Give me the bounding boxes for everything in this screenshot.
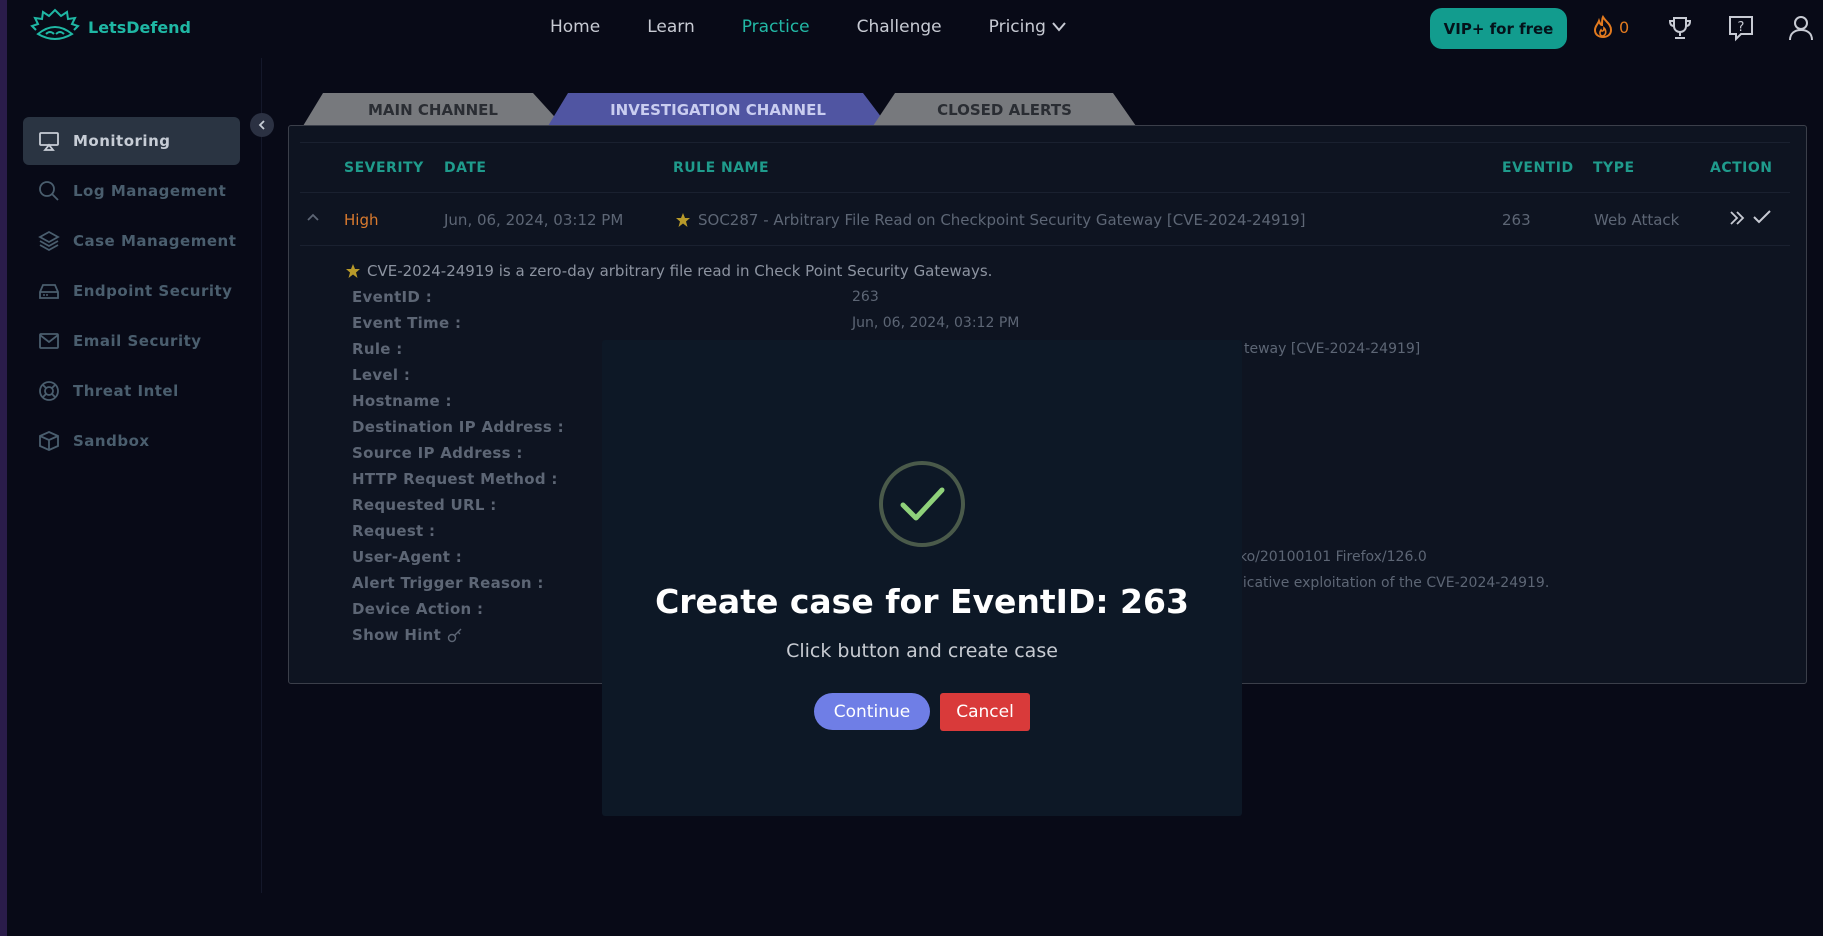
streak-counter[interactable]: 0 — [1592, 15, 1629, 39]
star-icon — [676, 213, 690, 227]
logo-icon — [30, 8, 80, 40]
sidebar-item-endpoint-security[interactable]: Endpoint Security — [23, 267, 240, 315]
sidebar-item-label: Email Security — [73, 332, 202, 350]
detail-label-http-method: HTTP Request Method : — [352, 470, 558, 488]
sidebar-item-case-management[interactable]: Case Management — [23, 217, 240, 265]
sidebar-item-label: Monitoring — [73, 132, 171, 150]
detail-label-device-action: Device Action : — [352, 600, 484, 618]
alert-description-text: CVE-2024-24919 is a zero-day arbitrary f… — [367, 262, 993, 280]
top-navbar: LetsDefend Home Learn Practice Challenge… — [0, 0, 1823, 58]
detail-value-rule: teway [CVE-2024-24919] — [1244, 341, 1421, 357]
sidebar-item-label: Threat Intel — [73, 382, 179, 400]
alert-description: CVE-2024-24919 is a zero-day arbitrary f… — [345, 262, 992, 280]
column-header-rule-name[interactable]: RULE NAME — [673, 160, 769, 176]
alert-rule[interactable]: SOC287 - Arbitrary File Read on Checkpoi… — [675, 211, 1306, 229]
tab-investigation-channel[interactable]: INVESTIGATION CHANNEL — [548, 93, 888, 126]
brand-logo[interactable]: LetsDefend — [30, 8, 191, 46]
key-icon — [447, 628, 462, 643]
detail-value-trigger-reason: licative exploitation of the CVE-2024-24… — [1239, 575, 1550, 591]
detail-value-event-time: Jun, 06, 2024, 03:12 PM — [852, 315, 1020, 331]
detail-label-request: Request : — [352, 522, 436, 540]
detail-label-rule: Rule : — [352, 340, 403, 358]
alert-eventid: 263 — [1502, 211, 1531, 229]
detail-label-level: Level : — [352, 366, 411, 384]
detail-label-requested-url: Requested URL : — [352, 496, 497, 514]
nav-pricing[interactable]: Pricing — [989, 17, 1067, 37]
column-header-eventid[interactable]: EVENTID — [1502, 160, 1574, 176]
sidebar-item-label: Endpoint Security — [73, 282, 233, 300]
nav-learn[interactable]: Learn — [647, 17, 695, 37]
show-hint-link[interactable]: Show Hint — [352, 626, 463, 644]
alert-type: Web Attack — [1594, 211, 1680, 229]
show-hint-label: Show Hint — [352, 626, 442, 644]
nav-home[interactable]: Home — [550, 17, 600, 37]
vip-button[interactable]: VIP+ for free — [1430, 8, 1567, 49]
sidebar-collapse-button[interactable] — [250, 113, 274, 137]
alert-date: Jun, 06, 2024, 03:12 PM — [444, 211, 624, 229]
lifebuoy-icon — [39, 381, 59, 401]
divider — [300, 142, 1790, 143]
detail-label-source-ip: Source IP Address : — [352, 444, 523, 462]
sidebar-item-email-security[interactable]: Email Security — [23, 317, 240, 365]
sidebar-item-label: Case Management — [73, 232, 237, 250]
detail-label-event-time: Event Time : — [352, 314, 462, 332]
divider — [300, 192, 1790, 193]
main-nav: Home Learn Practice Challenge Pricing — [550, 17, 1067, 37]
tab-main-channel[interactable]: MAIN CHANNEL — [303, 93, 563, 126]
detail-value-user-agent: ko/20100101 Firefox/126.0 — [1239, 549, 1427, 565]
chevron-up-icon[interactable] — [306, 212, 320, 222]
flame-icon — [1593, 15, 1613, 39]
alert-rule-text: SOC287 - Arbitrary File Read on Checkpoi… — [698, 211, 1306, 229]
chevron-down-icon — [1052, 22, 1066, 32]
layers-icon — [38, 230, 60, 252]
mail-icon — [39, 333, 59, 349]
detail-label-eventid: EventID : — [352, 288, 432, 306]
trophy-icon[interactable] — [1666, 14, 1694, 42]
svg-text:?: ? — [1738, 20, 1745, 35]
detail-label-destination-ip: Destination IP Address : — [352, 418, 564, 436]
success-check-icon — [879, 461, 965, 547]
brand-name: LetsDefend — [88, 17, 192, 37]
tab-label: MAIN CHANNEL — [368, 100, 498, 119]
streak-count: 0 — [1619, 17, 1630, 37]
hard-drive-icon — [39, 284, 59, 299]
search-icon — [39, 181, 59, 201]
detail-label-trigger-reason: Alert Trigger Reason : — [352, 574, 544, 592]
cancel-button[interactable]: Cancel — [940, 693, 1030, 731]
column-header-type[interactable]: TYPE — [1593, 160, 1635, 176]
detail-value-eventid: 263 — [852, 289, 879, 305]
column-header-severity[interactable]: SEVERITY — [344, 160, 424, 176]
chevron-left-icon — [258, 120, 265, 130]
double-chevron-right-icon[interactable] — [1728, 210, 1746, 226]
check-icon[interactable] — [1752, 209, 1772, 225]
star-icon — [346, 264, 360, 278]
divider — [300, 245, 1790, 246]
nav-pricing-label: Pricing — [988, 17, 1046, 37]
box-icon — [39, 431, 59, 451]
tab-label: CLOSED ALERTS — [937, 100, 1072, 119]
sidebar-item-sandbox[interactable]: Sandbox — [23, 417, 240, 465]
create-case-modal — [602, 340, 1242, 816]
sidebar-item-log-management[interactable]: Log Management — [23, 167, 240, 215]
monitor-icon — [39, 132, 59, 151]
nav-challenge[interactable]: Challenge — [857, 17, 942, 37]
detail-label-hostname: Hostname : — [352, 392, 452, 410]
tab-closed-alerts[interactable]: CLOSED ALERTS — [873, 93, 1136, 126]
window-edge — [0, 0, 7, 936]
sidebar-item-monitoring[interactable]: Monitoring — [23, 117, 240, 165]
user-icon[interactable] — [1787, 14, 1815, 42]
column-header-date[interactable]: DATE — [444, 160, 486, 176]
sidebar-item-threat-intel[interactable]: Threat Intel — [23, 367, 240, 415]
sidebar-item-label: Log Management — [73, 182, 227, 200]
modal-title: Create case for EventID: 263 — [655, 582, 1189, 621]
column-header-action: ACTION — [1710, 160, 1773, 176]
detail-label-user-agent: User-Agent : — [352, 548, 463, 566]
continue-button[interactable]: Continue — [814, 693, 930, 730]
help-icon[interactable]: ? — [1727, 14, 1755, 42]
sidebar-item-label: Sandbox — [73, 432, 150, 450]
modal-subtitle: Click button and create case — [786, 640, 1058, 662]
severity-badge: High — [344, 211, 379, 229]
nav-practice[interactable]: Practice — [742, 17, 810, 37]
tab-label: INVESTIGATION CHANNEL — [610, 100, 826, 119]
